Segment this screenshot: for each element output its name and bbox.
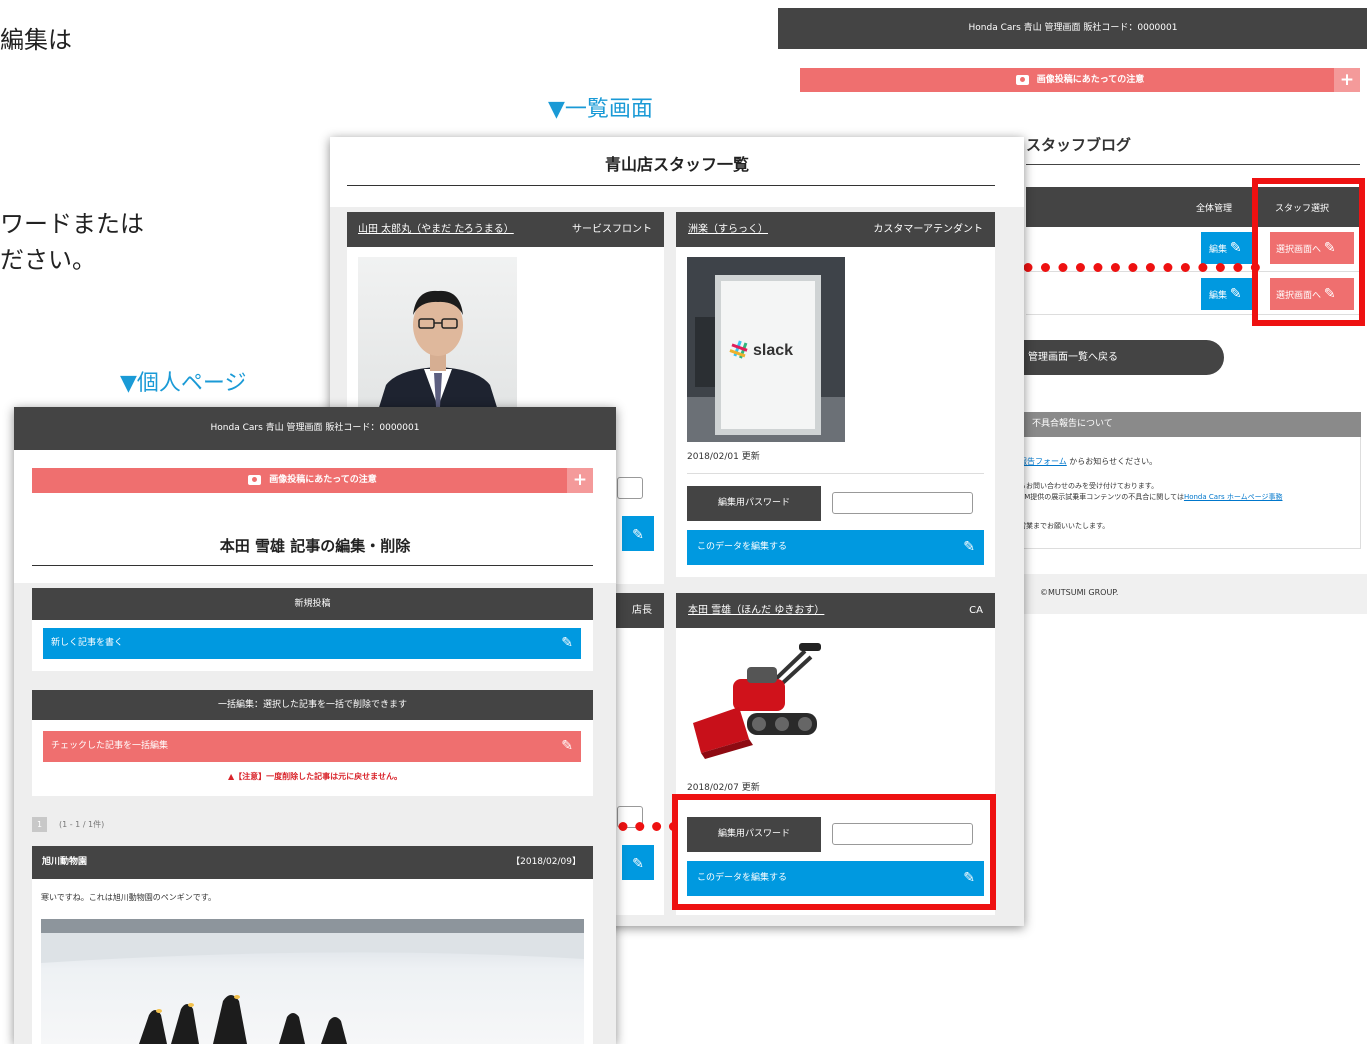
staff-card-1-header: 山田 太郎丸（やまだ たろうまる） サービスフロント (347, 212, 664, 247)
admin-edit-button-2[interactable]: 編集 ✎ (1201, 278, 1257, 310)
pencil-icon: ✎ (963, 539, 975, 555)
defect-line1-rest: からお知らせください。 (1066, 457, 1158, 466)
admin-header: Honda Cars 青山 管理画面 販社コード：0000001 (778, 8, 1367, 49)
staff-card-2-header: 洲楽（すらっく） カスタマーアテンダント (676, 212, 995, 247)
article-date: 【2018/02/09】 (511, 857, 581, 867)
page-info: (1 - 1 / 1件) (59, 820, 105, 829)
annotation-arrow-line-1 (1006, 263, 1260, 272)
new-post-header: 新規投稿 (32, 588, 593, 620)
pencil-icon: ✎ (632, 527, 644, 543)
staff-card-2-updated: 2018/02/01 更新 (687, 452, 760, 462)
camera-icon (248, 474, 262, 485)
back-label: 管理画面一覧へ戻る (1028, 352, 1118, 363)
staff-name-4[interactable]: 本田 雪雄（ほんだ ゆきおす） (688, 593, 824, 628)
article-header[interactable]: 旭川動物園 【2018/02/09】 (32, 846, 593, 879)
defect-link[interactable]: 報告フォーム (1019, 457, 1067, 466)
pencil-icon: ✎ (1229, 286, 1242, 302)
plus-icon[interactable]: + (567, 468, 593, 493)
staff-card-1-pw-input[interactable] (617, 477, 643, 499)
page-number-button[interactable]: 1 (32, 817, 47, 832)
admin-back-button[interactable]: 管理画面一覧へ戻る (1018, 340, 1224, 375)
staff-name-2[interactable]: 洲楽（すらっく） (688, 212, 768, 247)
defect-line3-pre: HM提供の展示試乗車コンテンツの不具合に関しては (1019, 493, 1184, 501)
defect-line3-link[interactable]: Honda Cars ホームページ事務 (1184, 493, 1283, 501)
edit-data-label: このデータを編集する (697, 542, 788, 552)
slack-logo-text: slack (753, 342, 793, 359)
staff-card-2-rule (687, 473, 984, 474)
staff-role-3: 店長 (632, 605, 652, 616)
list-title: 青山店スタッフ一覧 (604, 155, 749, 174)
admin-defect-line4: 営業までお願いいたします。 (1019, 522, 1110, 530)
article-photo (41, 919, 584, 1044)
annotation-frame-password (672, 794, 996, 910)
staff-card-4-updated: 2018/02/07 更新 (687, 783, 760, 793)
staff-card-2-pw-label: 編集用パスワード (687, 486, 821, 521)
staff-role-2: カスタマーアテンダント (873, 224, 983, 235)
admin-defect-header: 不具合報告について (1018, 412, 1361, 437)
staff-card-2-edit-button[interactable]: このデータを編集する ✎ (687, 530, 984, 565)
list-title-rule (347, 185, 995, 186)
pencil-icon: ✎ (561, 635, 573, 651)
new-post-label: 新しく記事を書く (51, 638, 124, 648)
bg-text-2: ワードまたは (0, 210, 144, 238)
new-post-header-text: 新規投稿 (294, 599, 331, 609)
admin-notice-bar[interactable]: 画像投稿にあたっての注意 + (800, 68, 1360, 92)
staff-role-4: CA (969, 605, 983, 616)
staff-card-3-edit-button[interactable]: ✎ (622, 845, 654, 880)
admin-header-text: Honda Cars 青山 管理画面 販社コード：0000001 (968, 23, 1178, 33)
personal-header: Honda Cars 青山 管理画面 販社コード：0000001 (14, 407, 616, 450)
personal-title: 本田 雪雄 記事の編集・削除 (219, 537, 411, 555)
staff-card-1-edit-button[interactable]: ✎ (622, 516, 654, 551)
article-title: 旭川動物園 (42, 857, 88, 867)
personal-header-text: Honda Cars 青山 管理画面 販社コード：0000001 (210, 423, 420, 433)
edit-label: 編集 (1209, 245, 1228, 255)
personal-notice-text: 画像投稿にあたっての注意 (269, 475, 377, 485)
admin-defect-line2: るお問い合わせのみを受け付けております。 (1019, 482, 1159, 490)
new-post-button[interactable]: 新しく記事を書く ✎ (43, 628, 581, 659)
staff-photo-4 (687, 637, 827, 767)
staff-role-1: サービスフロント (572, 224, 652, 235)
bulk-edit-label: チェックした記事を一括編集 (51, 741, 169, 751)
staff-card-4-header: 本田 雪雄（ほんだ ゆきおす） CA (676, 593, 995, 628)
camera-icon (1015, 74, 1029, 85)
pencil-icon: ✎ (632, 856, 644, 872)
bulk-edit-button[interactable]: チェックした記事を一括編集 ✎ (43, 731, 581, 762)
staff-name-1[interactable]: 山田 太郎丸（やまだ たろうまる） (358, 212, 514, 247)
admin-notice-text: 画像投稿にあたっての注意 (1036, 75, 1145, 85)
admin-defect-line3: HM提供の展示試乗車コンテンツの不具合に関してはHonda Cars ホームペー… (1019, 492, 1282, 502)
admin-footer: ©MUTSUMI GROUP. (1040, 588, 1119, 597)
bg-text-1: 編集は (0, 26, 72, 54)
defect-header-text: 不具合報告について (1032, 419, 1113, 429)
bulk-header-text: 一括編集：選択した記事を一括で削除できます (217, 700, 407, 710)
callout-list-screen: ▼一覧画面 (548, 97, 653, 122)
personal-screenshot: Honda Cars 青山 管理画面 販社コード：0000001 画像投稿にあた… (14, 407, 616, 1044)
personal-title-rule (32, 565, 593, 566)
admin-title-rule (1026, 164, 1360, 165)
pencil-icon: ✎ (561, 738, 573, 754)
plus-icon[interactable]: + (1334, 68, 1360, 92)
admin-blog-title: スタッフブログ (1026, 136, 1132, 154)
staff-photo-1 (358, 257, 517, 417)
annotation-frame-staff-select (1252, 178, 1365, 326)
staff-card-2-pw-input[interactable] (832, 492, 973, 514)
edit-label: 編集 (1209, 291, 1228, 301)
bg-text-3: ださい。 (0, 246, 96, 274)
bulk-header: 一括編集：選択した記事を一括で削除できます (32, 690, 593, 720)
pencil-icon: ✎ (1229, 240, 1242, 256)
callout-personal-page: ▼個人ページ (120, 371, 247, 396)
article-body-text: 寒いですね。これは旭川動物園のペンギンです。 (41, 893, 216, 902)
personal-notice-bar[interactable]: 画像投稿にあたっての注意 + (32, 468, 593, 493)
pw-label-text: 編集用パスワード (717, 498, 790, 508)
staff-photo-2: slack (687, 257, 845, 442)
admin-edit-button-1[interactable]: 編集 ✎ (1201, 232, 1257, 264)
admin-defect-line1: 報告フォーム からお知らせください。 (1019, 456, 1157, 467)
bulk-warning: ▲【注意】一度削除した記事は元に戻せません。 (228, 772, 402, 781)
admin-col-all: 全体管理 (1196, 204, 1233, 214)
